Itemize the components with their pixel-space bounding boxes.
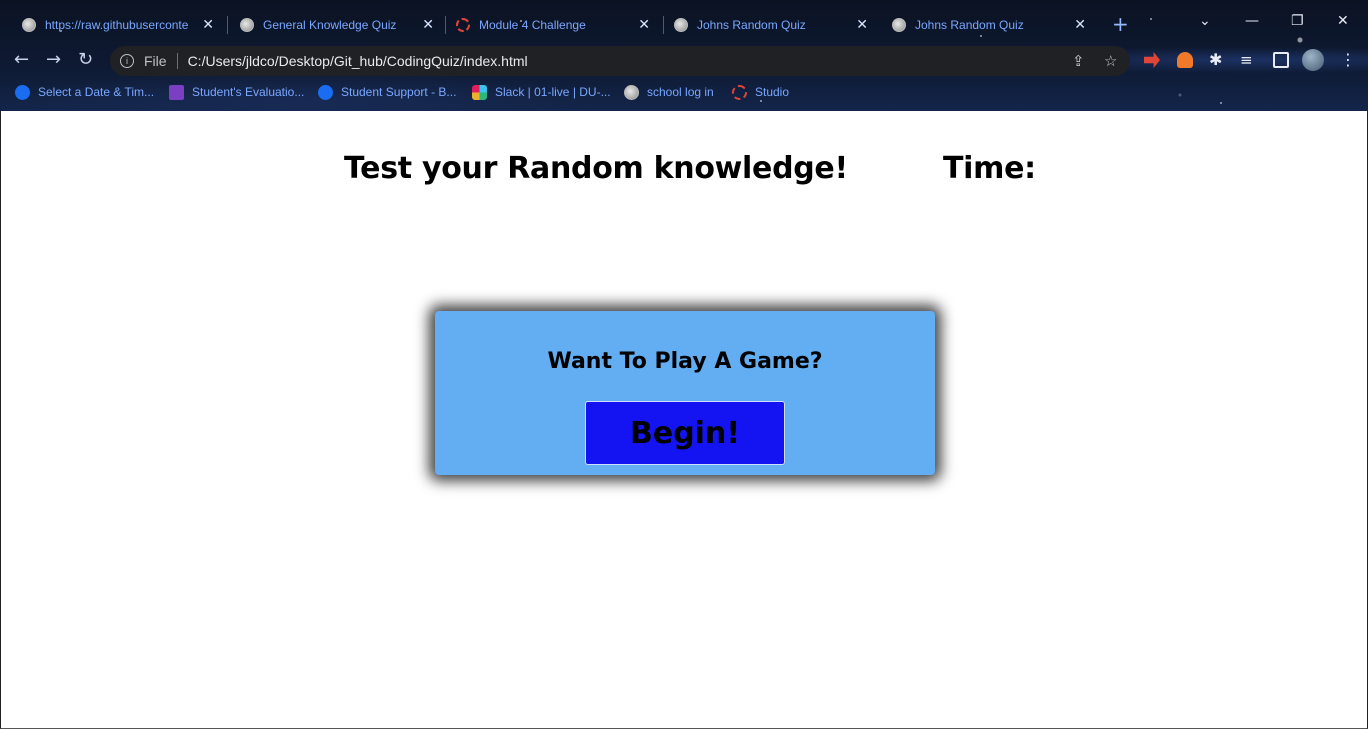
url-text[interactable]: C:/Users/jldco/Desktop/Git_hub/CodingQui… xyxy=(188,53,528,69)
browser-chrome: https://raw.githubuserconte ✕ General Kn… xyxy=(0,0,1368,111)
tab-title: Module 4 Challenge xyxy=(479,17,586,32)
bookmark-label: Student's Evaluatio... xyxy=(192,85,305,99)
window-close-icon[interactable]: ✕ xyxy=(1337,13,1349,29)
bookmark-label: Studio xyxy=(755,85,790,99)
close-icon[interactable]: ✕ xyxy=(638,17,650,31)
tab-title: Johns Random Quiz xyxy=(697,17,806,32)
globe-icon xyxy=(624,84,639,100)
bookmark-student-evaluation[interactable]: Student's Evaluatio... xyxy=(169,81,304,103)
kebab-menu-icon[interactable]: ⋮ xyxy=(1340,52,1356,68)
globe-icon xyxy=(240,17,254,32)
restore-icon[interactable]: ❐ xyxy=(1291,13,1304,29)
tab-title: Johns Random Quiz xyxy=(915,17,1024,32)
globe-icon xyxy=(22,17,36,32)
extensions-puzzle-icon[interactable]: ✱ xyxy=(1209,52,1225,68)
timer-label: Time: xyxy=(943,151,1036,186)
tab-raw-github[interactable]: https://raw.githubuserconte ✕ xyxy=(2,8,222,41)
page-content: Test your Random knowledge! Time: Want T… xyxy=(0,111,1368,729)
start-card: Want To Play A Game? Begin! xyxy=(435,311,935,475)
bookmark-label: school log in xyxy=(647,85,714,99)
browser-toolbar: ← → ↻ i File C:/Users/jldco/Desktop/Git_… xyxy=(0,43,1368,79)
globe-icon xyxy=(674,17,688,32)
forward-arrow-icon[interactable]: → xyxy=(46,51,61,69)
bookmark-select-date[interactable]: Select a Date & Tim... xyxy=(15,81,154,103)
dashed-ring-icon xyxy=(732,84,747,100)
bookmark-student-support[interactable]: Student Support - B... xyxy=(318,81,456,103)
scheme-label: File xyxy=(144,53,167,69)
avatar[interactable] xyxy=(1302,49,1324,71)
tab-johns-random-quiz[interactable]: Johns Random Quiz ✕ xyxy=(654,8,876,41)
forms-icon xyxy=(169,84,184,100)
bookmarks-bar: Select a Date & Tim... Student's Evaluat… xyxy=(0,81,1368,103)
close-icon[interactable]: ✕ xyxy=(1074,17,1086,31)
begin-button[interactable]: Begin! xyxy=(585,401,785,465)
back-arrow-icon[interactable]: ← xyxy=(14,51,29,69)
side-panel-icon[interactable] xyxy=(1273,52,1289,68)
close-icon[interactable]: ✕ xyxy=(856,17,868,31)
address-divider xyxy=(176,53,178,69)
bookmark-label: Slack | 01-live | DU-... xyxy=(495,85,611,99)
bookmark-label: Select a Date & Tim... xyxy=(38,85,155,99)
new-tab-button[interactable]: + xyxy=(1112,14,1129,34)
tab-search-chevron-icon[interactable]: ⌄ xyxy=(1199,13,1211,29)
share-icon[interactable]: ⇪ xyxy=(1072,52,1085,70)
extension-lighthouse-icon[interactable] xyxy=(1177,52,1193,68)
globe-icon xyxy=(892,17,906,32)
bookmark-school-log-in[interactable]: school log in xyxy=(624,81,714,103)
tab-title: https://raw.githubuserconte xyxy=(45,17,189,32)
card-title: Want To Play A Game? xyxy=(547,349,823,374)
bookmark-label: Student Support - B... xyxy=(341,85,457,99)
bookmark-studio[interactable]: Studio xyxy=(732,81,789,103)
dashed-ring-icon xyxy=(456,17,470,32)
reload-icon[interactable]: ↻ xyxy=(78,51,93,69)
tab-module-4-challenge[interactable]: Module 4 Challenge ✕ xyxy=(436,8,658,41)
close-icon[interactable]: ✕ xyxy=(422,17,434,31)
page-title: Test your Random knowledge! xyxy=(344,151,848,186)
calendly-icon xyxy=(15,84,30,100)
extension-arrow-icon[interactable] xyxy=(1144,52,1160,68)
calendly-icon xyxy=(318,84,333,100)
media-queue-icon[interactable]: ≡ xyxy=(1240,52,1256,68)
tab-strip: https://raw.githubuserconte ✕ General Kn… xyxy=(0,8,1368,41)
bookmark-slack[interactable]: Slack | 01-live | DU-... xyxy=(472,81,611,103)
address-bar[interactable]: i File C:/Users/jldco/Desktop/Git_hub/Co… xyxy=(110,46,1130,76)
close-icon[interactable]: ✕ xyxy=(202,17,214,31)
tab-johns-random-quiz-active[interactable]: Johns Random Quiz ✕ xyxy=(872,8,1094,41)
star-icon[interactable]: ☆ xyxy=(1104,52,1117,70)
tab-general-knowledge-quiz[interactable]: General Knowledge Quiz ✕ xyxy=(220,8,442,41)
slack-icon xyxy=(472,84,487,100)
minimize-icon[interactable]: — xyxy=(1245,13,1259,29)
tab-title: General Knowledge Quiz xyxy=(263,17,397,32)
info-icon[interactable]: i xyxy=(120,54,134,68)
